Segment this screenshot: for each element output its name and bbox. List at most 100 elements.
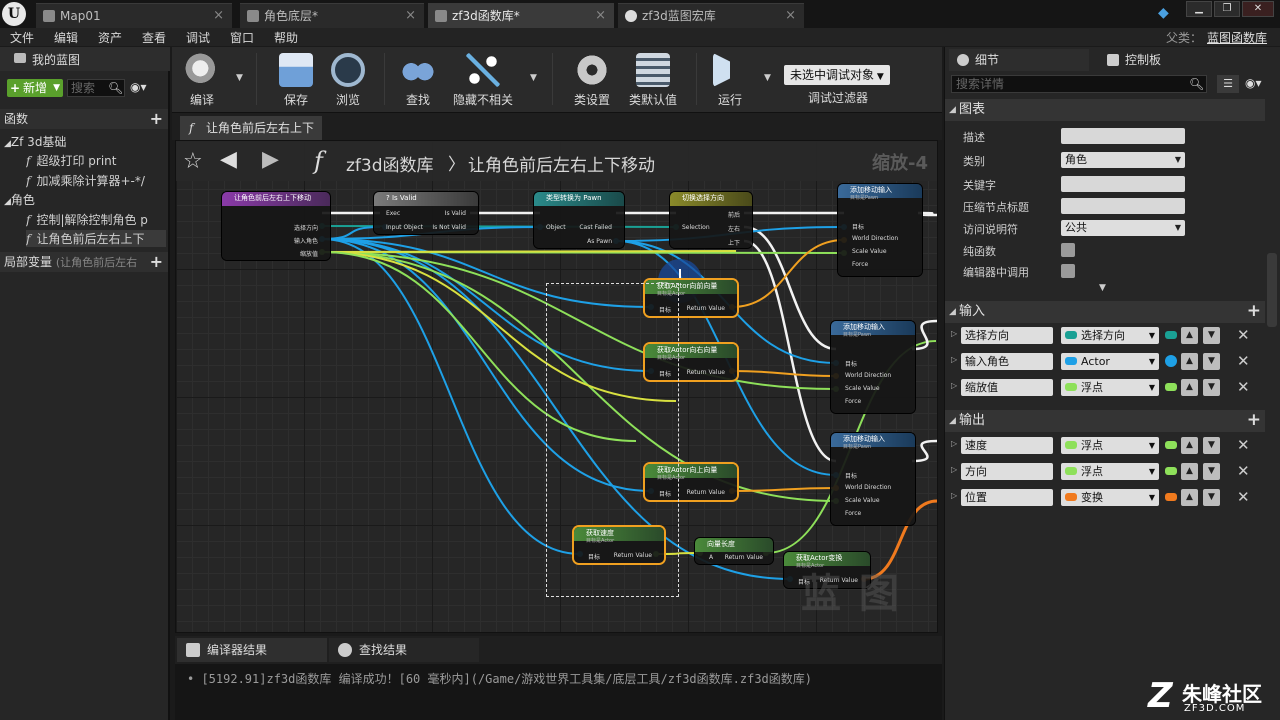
- menu-window[interactable]: 窗口: [230, 29, 254, 46]
- node-cast-to-pawn[interactable]: 类型转换为 Pawn Object Cast Failed As Pawn: [534, 192, 624, 248]
- maximize-button[interactable]: ❐: [1214, 1, 1240, 17]
- move-down-button[interactable]: ▼: [1203, 379, 1220, 396]
- node-is-valid[interactable]: ? Is Valid Exec Input Object Is Valid Is…: [374, 192, 478, 234]
- move-down-button[interactable]: ▼: [1203, 463, 1220, 480]
- graph-tab-function[interactable]: f 让角色前后左右上下: [180, 116, 322, 140]
- save-button[interactable]: 保存: [272, 47, 320, 113]
- node-add-movement-input-1[interactable]: 添加移动输入 目标是Pawn 目标 World Direction Scale …: [838, 184, 922, 276]
- delete-param-icon[interactable]: ✕: [1237, 488, 1250, 506]
- tab-map01[interactable]: Map01 ×: [36, 3, 232, 28]
- call-in-editor-checkbox[interactable]: [1061, 264, 1075, 278]
- close-icon[interactable]: ×: [785, 4, 796, 28]
- delete-param-icon[interactable]: ✕: [1237, 352, 1250, 370]
- param-type-dropdown[interactable]: Actor ▼: [1061, 353, 1159, 370]
- debug-object-select[interactable]: 未选中调试对象 ▼: [784, 65, 890, 85]
- expand-row-icon[interactable]: ▷: [951, 465, 957, 474]
- hide-unrelated-button[interactable]: 隐藏不相关: [448, 47, 518, 113]
- add-output-plus-icon[interactable]: +: [1247, 409, 1261, 431]
- inputs-section-header[interactable]: ◢ 输入 +: [945, 301, 1265, 323]
- star-icon[interactable]: ☆: [183, 149, 203, 174]
- param-name-input[interactable]: 速度: [961, 437, 1053, 454]
- param-name-input[interactable]: 输入角色: [961, 353, 1053, 370]
- access-specifier-dropdown[interactable]: 公共 ▼: [1061, 220, 1185, 236]
- tab-details[interactable]: 细节: [949, 49, 1089, 71]
- delete-param-icon[interactable]: ✕: [1237, 462, 1250, 480]
- param-name-input[interactable]: 方向: [961, 463, 1053, 480]
- breadcrumb-library[interactable]: zf3d函数库: [346, 151, 434, 176]
- close-icon[interactable]: ×: [595, 4, 606, 28]
- expand-row-icon[interactable]: ▷: [951, 491, 957, 500]
- back-arrow-icon[interactable]: ◀: [220, 147, 237, 172]
- function-item-selected[interactable]: f 让角色前后左右上下: [26, 230, 166, 247]
- add-input-plus-icon[interactable]: +: [1247, 300, 1261, 322]
- add-function-plus-icon[interactable]: +: [150, 109, 163, 129]
- category-character[interactable]: ◢角色: [4, 191, 35, 208]
- tab-palette[interactable]: 控制板: [1099, 49, 1239, 71]
- expand-row-icon[interactable]: ▷: [951, 381, 957, 390]
- param-name-input[interactable]: 缩放值: [961, 379, 1053, 396]
- breadcrumb-function[interactable]: 让角色前后左右上下移动: [468, 151, 655, 176]
- forward-arrow-icon[interactable]: ▶: [262, 147, 279, 172]
- expand-row-icon[interactable]: ▷: [951, 439, 957, 448]
- move-up-button[interactable]: ▲: [1181, 353, 1198, 370]
- notification-icon[interactable]: ◆: [1158, 5, 1176, 21]
- functions-section[interactable]: 函数 +: [0, 109, 168, 129]
- node-switch-direction[interactable]: 切换选择方向 Selection 前后 左右 上下: [670, 192, 752, 248]
- param-name-input[interactable]: 选择方向: [961, 327, 1053, 344]
- delete-param-icon[interactable]: ✕: [1237, 326, 1250, 344]
- graph-section-header[interactable]: ◢ 图表: [945, 99, 1265, 121]
- category-zf3d-basic[interactable]: ◢Zf 3d基础: [4, 133, 66, 150]
- delete-param-icon[interactable]: ✕: [1237, 378, 1250, 396]
- parent-class-link[interactable]: 蓝图函数库: [1207, 29, 1267, 46]
- menu-help[interactable]: 帮助: [274, 29, 298, 46]
- my-blueprint-tab[interactable]: 我的蓝图: [0, 47, 170, 71]
- move-down-button[interactable]: ▼: [1203, 437, 1220, 454]
- move-down-button[interactable]: ▼: [1203, 489, 1220, 506]
- keywords-input[interactable]: [1061, 176, 1185, 192]
- function-item[interactable]: f 加减乘除计算器+-*/: [26, 172, 166, 189]
- node-add-movement-input-3[interactable]: 添加移动输入 目标是Pawn 目标 World Direction Scale …: [831, 433, 915, 525]
- local-variables-section[interactable]: 局部变量 (让角色前后左右 +: [0, 252, 168, 272]
- expand-row-icon[interactable]: ▷: [951, 355, 957, 364]
- list-view-icon[interactable]: ☰: [1217, 75, 1239, 93]
- function-item[interactable]: f 超级打印 print: [26, 152, 166, 169]
- move-up-button[interactable]: ▲: [1181, 489, 1198, 506]
- param-type-dropdown[interactable]: 选择方向 ▼: [1061, 327, 1159, 344]
- class-defaults-button[interactable]: 类默认值: [624, 47, 682, 113]
- expand-row-icon[interactable]: ▷: [951, 329, 957, 338]
- tab-macro-library[interactable]: zf3d蓝图宏库 ×: [618, 3, 804, 28]
- tab-function-library[interactable]: zf3d函数库* ×: [428, 3, 614, 28]
- menu-view[interactable]: 查看: [142, 29, 166, 46]
- menu-file[interactable]: 文件: [10, 29, 34, 46]
- param-type-dropdown[interactable]: 浮点 ▼: [1061, 463, 1159, 480]
- unreal-logo-icon[interactable]: U: [2, 2, 26, 26]
- close-window-button[interactable]: ✕: [1242, 1, 1274, 17]
- outputs-section-header[interactable]: ◢ 输出 +: [945, 410, 1265, 432]
- menu-asset[interactable]: 资产: [98, 29, 122, 46]
- close-icon[interactable]: ×: [213, 4, 224, 28]
- delete-param-icon[interactable]: ✕: [1237, 436, 1250, 454]
- param-type-dropdown[interactable]: 浮点 ▼: [1061, 437, 1159, 454]
- hide-unrelated-chevron-icon[interactable]: ▼: [530, 73, 537, 83]
- class-settings-button[interactable]: 类设置: [568, 47, 616, 113]
- add-new-button[interactable]: + 新增 ▼: [7, 79, 63, 97]
- minimize-button[interactable]: ▁: [1186, 1, 1212, 17]
- function-item[interactable]: f 控制|解除控制角色 p: [26, 211, 166, 228]
- description-input[interactable]: [1061, 128, 1185, 144]
- tab-character-base[interactable]: 角色底层* ×: [240, 3, 424, 28]
- move-up-button[interactable]: ▲: [1181, 437, 1198, 454]
- param-name-input[interactable]: 位置: [961, 489, 1053, 506]
- details-scrollbar[interactable]: [1267, 253, 1277, 327]
- compact-node-title-input[interactable]: [1061, 198, 1185, 214]
- node-function-entry[interactable]: 让角色前后左右上下移动 选择方向 输入角色 缩放值: [222, 192, 330, 260]
- param-type-dropdown[interactable]: 浮点 ▼: [1061, 379, 1159, 396]
- view-options-eye-icon[interactable]: ◉▾: [1245, 76, 1262, 90]
- play-button[interactable]: 运行: [706, 47, 754, 113]
- tab-find-results[interactable]: 查找结果: [329, 638, 479, 662]
- play-options-chevron-icon[interactable]: ▼: [764, 73, 771, 83]
- pure-function-checkbox[interactable]: [1061, 243, 1075, 257]
- move-up-button[interactable]: ▲: [1181, 463, 1198, 480]
- menu-debug[interactable]: 调试: [186, 29, 210, 46]
- expand-advanced-icon[interactable]: ▼: [1099, 283, 1106, 293]
- compile-options-chevron-icon[interactable]: ▼: [236, 73, 243, 83]
